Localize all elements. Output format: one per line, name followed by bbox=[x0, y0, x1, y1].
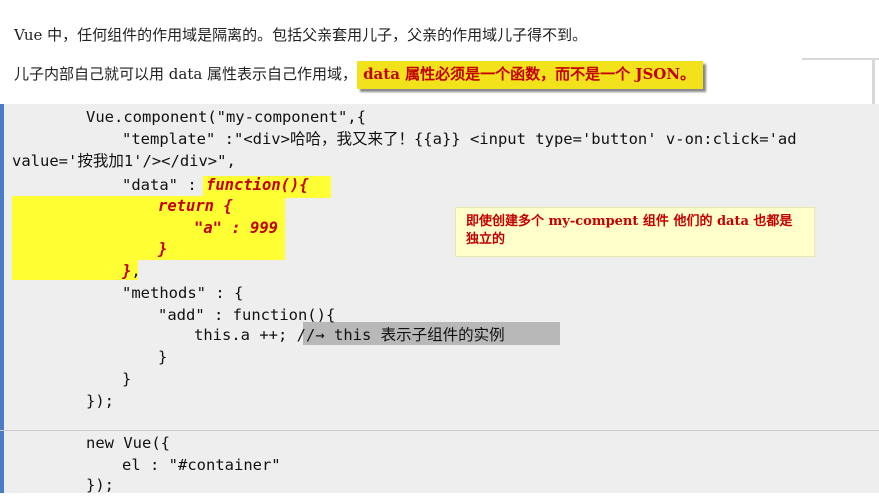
code-line-15: new Vue({ bbox=[86, 434, 170, 452]
code-divider bbox=[0, 430, 879, 431]
code-line-6: "a" : 999 bbox=[194, 219, 278, 237]
code-line-1: Vue.component("my-component",{ bbox=[86, 108, 366, 126]
annotation-note: 即使创建多个 my-compent 组件 他们的 data 也都是独立的 bbox=[455, 207, 815, 257]
highlight-function-end bbox=[12, 258, 138, 280]
code-comment: //→ this 表示子组件的实例 bbox=[296, 326, 505, 344]
code-line-9: "methods" : { bbox=[122, 284, 244, 302]
code-line-13: } bbox=[122, 370, 132, 388]
intro-line-2-text: 儿子内部自己就可以用 data 属性表示自己作用域， bbox=[14, 65, 358, 83]
decorative-top-line bbox=[802, 58, 879, 60]
closing-brace: } bbox=[122, 262, 132, 280]
decorative-right-bar bbox=[872, 58, 875, 104]
code-line-5: return { bbox=[158, 197, 233, 215]
data-key: "data" : bbox=[122, 176, 206, 194]
code-line-14: }); bbox=[86, 392, 114, 410]
data-function-highlight: data 属性必须是一个函数，而不是一个 JSON。 bbox=[357, 61, 704, 89]
function-keyword: function(){ bbox=[206, 176, 309, 194]
code-line-2: "template" :"<div>哈哈，我又来了！{{a}} <input t… bbox=[122, 130, 797, 148]
intro-line-1: Vue 中，任何组件的作用域是隔离的。包括父亲套用儿子，父亲的作用域儿子得不到。 bbox=[14, 26, 588, 44]
code-line-12: } bbox=[158, 348, 168, 366]
code-line-16: el : "#container" bbox=[122, 456, 281, 474]
code-line-11: this.a ++; //→ this 表示子组件的实例 bbox=[194, 324, 505, 346]
intro-line-2: 儿子内部自己就可以用 data 属性表示自己作用域， data 属性必须是一个函数… bbox=[14, 61, 704, 89]
code-line-4: "data" : function(){ bbox=[122, 174, 309, 196]
code-line-7: } bbox=[158, 240, 168, 258]
increment-statement: this.a ++; bbox=[194, 326, 288, 344]
code-line-8: }, bbox=[122, 260, 141, 282]
code-line-10: "add" : function(){ bbox=[158, 306, 336, 324]
code-line-3: value='按我加1'/></div>", bbox=[12, 152, 236, 170]
comma: , bbox=[131, 262, 141, 280]
